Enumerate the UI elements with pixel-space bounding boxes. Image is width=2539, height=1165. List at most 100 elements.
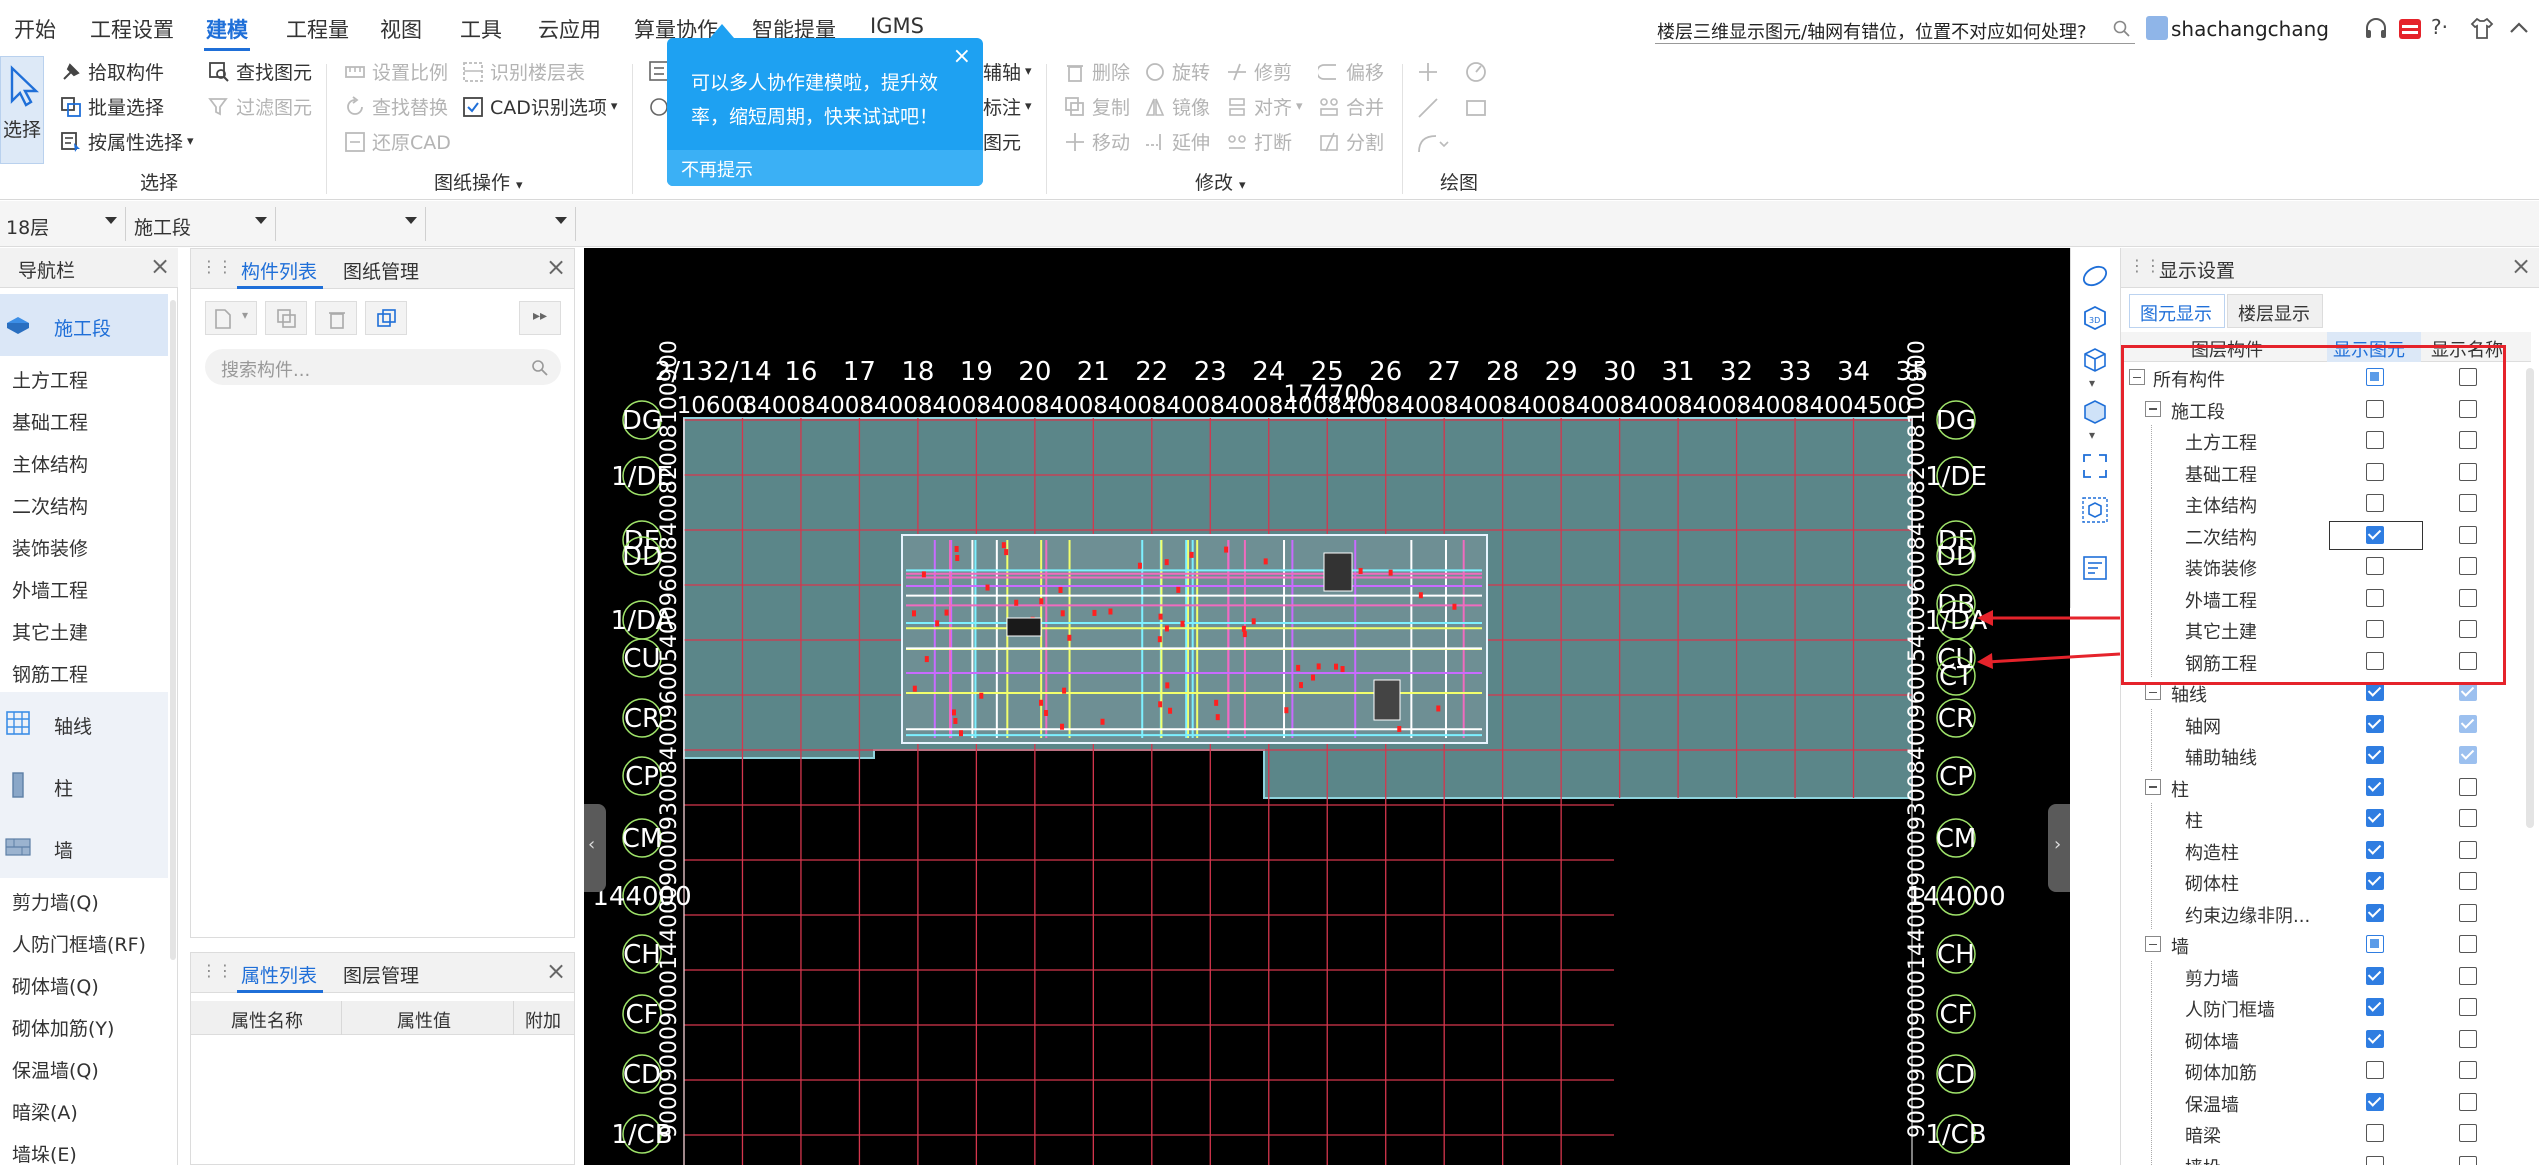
nav-item[interactable]: 墙垛(E) xyxy=(0,1130,168,1165)
show-element-checkbox[interactable] xyxy=(2366,840,2384,859)
find-replace-button[interactable]: 查找替换 xyxy=(344,93,448,120)
component-dropdown[interactable] xyxy=(428,207,576,241)
move-button[interactable]: 移动 xyxy=(1064,128,1130,155)
copy-button[interactable]: 复制 xyxy=(1064,93,1130,120)
nav-item[interactable]: 砌体加筋(Y) xyxy=(0,1004,168,1046)
curve-draw-icon[interactable] xyxy=(1416,132,1450,156)
show-name-checkbox[interactable] xyxy=(2459,683,2477,701)
search-icon[interactable] xyxy=(531,359,549,377)
show-name-checkbox[interactable] xyxy=(2459,903,2477,922)
avatar[interactable] xyxy=(2146,16,2168,40)
navigation-close-button[interactable]: × xyxy=(150,252,170,280)
show-element-checkbox[interactable] xyxy=(2366,714,2384,733)
menu-item[interactable]: 建模 xyxy=(206,14,248,44)
chevron-down-icon[interactable]: ▾ xyxy=(2089,376,2095,390)
tab-floor-display[interactable]: 楼层显示 xyxy=(2227,294,2323,328)
menu-item[interactable]: 开始 xyxy=(14,14,56,44)
fit-screen-icon[interactable] xyxy=(2081,452,2109,480)
nav-item[interactable]: 主体结构 xyxy=(0,440,168,482)
show-name-checkbox[interactable] xyxy=(2459,1155,2477,1165)
show-element-checkbox[interactable] xyxy=(2366,1061,2384,1079)
nav-item[interactable]: 保温墙(Q) xyxy=(0,1046,168,1088)
display-tree-row[interactable]: 辅助轴线 xyxy=(2121,740,2521,771)
display-tree-row[interactable]: 柱 xyxy=(2121,803,2521,834)
canvas-right-collapse-handle[interactable]: › xyxy=(2048,804,2070,892)
menu-item[interactable]: IGMS xyxy=(870,14,924,38)
display-tree-row[interactable]: 保温墙 xyxy=(2121,1086,2521,1118)
menu-item[interactable]: 云应用 xyxy=(538,14,601,44)
show-element-checkbox[interactable] xyxy=(2366,777,2384,796)
headset-icon[interactable] xyxy=(2364,18,2388,40)
nav-item[interactable]: 其它土建 xyxy=(0,608,168,650)
floor-dropdown[interactable]: 18层 xyxy=(0,207,126,241)
navigation-scrollbar[interactable] xyxy=(170,300,176,960)
drawing-canvas-svg[interactable]: 2/13 2/14 16 17 18 19 20 21 22 23 24 25 26 27 28 29 30 31… xyxy=(584,248,2070,1165)
display-tree-row[interactable]: 墙垛 xyxy=(2121,1149,2521,1165)
offset-button[interactable]: 偏移 xyxy=(1318,58,1384,85)
drag-handle-icon[interactable]: ⋮⋮ xyxy=(201,961,233,980)
canvas-left-collapse-handle[interactable]: ‹ xyxy=(584,804,606,892)
new-component-button[interactable]: ▾ xyxy=(205,301,257,335)
display-tree-row[interactable]: 暗梁 xyxy=(2121,1118,2521,1149)
nav-item[interactable]: 柱 xyxy=(0,754,168,816)
display-tree-scrollbar[interactable] xyxy=(2526,368,2534,828)
show-name-checkbox[interactable] xyxy=(2459,1092,2477,1111)
show-element-checkbox[interactable] xyxy=(2366,966,2384,985)
point-draw-icon[interactable] xyxy=(1416,60,1440,84)
nav-item[interactable]: 外墙工程 xyxy=(0,566,168,608)
menu-item[interactable]: 视图 xyxy=(380,14,422,44)
aux-axis-dropdown[interactable]: 辅轴 ▾ xyxy=(983,58,1032,85)
nav-item[interactable]: 钢筋工程 xyxy=(0,650,168,692)
display-tree-row[interactable]: 约束边缘非阴... xyxy=(2121,897,2521,929)
show-element-checkbox[interactable] xyxy=(2366,746,2384,764)
help-button[interactable]: ?· xyxy=(2431,15,2448,39)
trim-button[interactable]: 修剪 xyxy=(1226,58,1292,85)
line-draw-icon[interactable] xyxy=(1416,96,1440,120)
show-element-checkbox[interactable] xyxy=(2366,1029,2384,1048)
show-name-checkbox[interactable] xyxy=(2459,872,2477,890)
display-tree-row[interactable]: 砌体加筋 xyxy=(2121,1055,2521,1086)
arc-draw-icon[interactable] xyxy=(1464,60,1488,84)
rectangle-draw-icon[interactable] xyxy=(1464,96,1488,120)
user-name[interactable]: shachangchang xyxy=(2171,17,2329,41)
show-element-checkbox[interactable] xyxy=(2366,872,2384,890)
tab-drawing-management[interactable]: 图纸管理 xyxy=(343,257,419,284)
group-label-modify[interactable]: 修改 ▾ xyxy=(1195,168,1246,195)
select-button[interactable]: 选择 xyxy=(0,56,44,164)
menu-item[interactable]: 工程设置 xyxy=(90,14,174,44)
cube-view-icon[interactable] xyxy=(2081,346,2109,374)
rotate-button[interactable]: 旋转 xyxy=(1144,58,1210,85)
cad-options-dropdown[interactable]: CAD识别选项 ▾ xyxy=(462,93,617,120)
search-icon[interactable] xyxy=(2113,20,2131,38)
pick-component-button[interactable]: 拾取构件 xyxy=(60,58,164,85)
show-name-checkbox[interactable] xyxy=(2459,966,2477,985)
show-element-checkbox[interactable] xyxy=(2366,809,2384,827)
layer-copy-button[interactable] xyxy=(365,301,407,335)
tooltip-dismiss-link[interactable]: 不再提示 xyxy=(681,156,753,182)
delete-component-button[interactable] xyxy=(315,301,357,335)
tab-component-list[interactable]: 构件列表 xyxy=(241,257,317,284)
display-tree-row[interactable]: 剪力墙 xyxy=(2121,960,2521,992)
nav-item[interactable]: 剪力墙(Q) xyxy=(0,878,168,920)
component-type-dropdown[interactable] xyxy=(278,207,426,241)
show-element-checkbox[interactable] xyxy=(2366,683,2384,701)
3d-view-icon[interactable]: 3D xyxy=(2081,304,2109,332)
collapse-icon[interactable] xyxy=(2145,684,2161,700)
tab-element-display[interactable]: 图元显示 xyxy=(2129,294,2225,328)
shirt-skin-icon[interactable] xyxy=(2470,17,2494,39)
display-tree-row[interactable]: 墙 xyxy=(2121,929,2521,960)
display-tree-row[interactable]: 轴网 xyxy=(2121,708,2521,740)
show-element-checkbox[interactable] xyxy=(2366,998,2384,1016)
orbit-view-icon[interactable] xyxy=(2081,262,2109,290)
expand-panel-button[interactable]: ▸▸ xyxy=(519,301,561,335)
show-name-checkbox[interactable] xyxy=(2459,998,2477,1016)
question-search-box[interactable]: 楼层三维显示图元/轴网有错位，位置不对应如何处理? xyxy=(1655,16,2135,44)
delete-button[interactable]: 删除 xyxy=(1064,58,1130,85)
nav-item[interactable]: 人防门框墙(RF) xyxy=(0,920,168,962)
nav-item[interactable]: 墙 xyxy=(0,816,168,878)
calendar-icon[interactable] xyxy=(2398,16,2422,40)
merge-button[interactable]: 合并 xyxy=(1318,93,1384,120)
collapse-icon[interactable] xyxy=(2145,778,2161,795)
show-name-checkbox[interactable] xyxy=(2459,1029,2477,1048)
display-tree-row[interactable]: 构造柱 xyxy=(2121,834,2521,866)
